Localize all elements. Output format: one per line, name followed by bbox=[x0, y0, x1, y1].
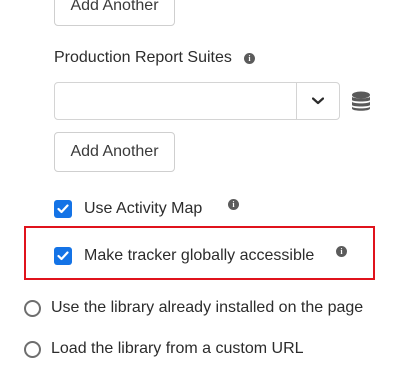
report-suites-combobox[interactable] bbox=[54, 82, 340, 120]
info-icon[interactable]: i bbox=[244, 53, 255, 64]
activity-map-label: Use Activity Map bbox=[84, 200, 202, 218]
add-another-label: Add Another bbox=[70, 143, 159, 160]
report-suites-input[interactable] bbox=[55, 83, 293, 119]
library-custom-url-label: Load the library from a custom URL bbox=[51, 340, 304, 358]
database-icon[interactable] bbox=[351, 91, 371, 112]
info-icon[interactable]: i bbox=[336, 246, 347, 257]
add-another-button-top[interactable]: Add Another bbox=[54, 0, 175, 26]
global-tracker-label: Make tracker globally accessible bbox=[84, 247, 314, 265]
global-tracker-text: Make tracker globally accessible bbox=[84, 247, 315, 264]
global-tracker-checkbox[interactable] bbox=[54, 247, 72, 265]
add-another-label: Add Another bbox=[70, 0, 159, 14]
activity-map-checkbox[interactable] bbox=[54, 200, 72, 218]
library-custom-url-radio[interactable] bbox=[24, 341, 41, 358]
dropdown-button[interactable] bbox=[297, 83, 339, 119]
library-installed-label: Use the library already installed on the… bbox=[51, 299, 363, 317]
library-installed-radio[interactable] bbox=[24, 300, 41, 317]
add-another-button[interactable]: Add Another bbox=[54, 132, 175, 172]
checkmark-icon bbox=[57, 251, 69, 261]
library-installed-text: Use the library already installed on the… bbox=[51, 299, 364, 316]
info-icon[interactable]: i bbox=[228, 199, 239, 210]
library-custom-url-text: Load the library from a custom URL bbox=[51, 340, 304, 357]
checkmark-icon bbox=[57, 204, 69, 214]
chevron-down-icon bbox=[312, 97, 324, 105]
production-report-suites-label: Production Report Suites bbox=[54, 49, 232, 67]
activity-map-text: Use Activity Map bbox=[84, 200, 203, 217]
production-report-suites-text: Production Report Suites bbox=[54, 49, 232, 66]
